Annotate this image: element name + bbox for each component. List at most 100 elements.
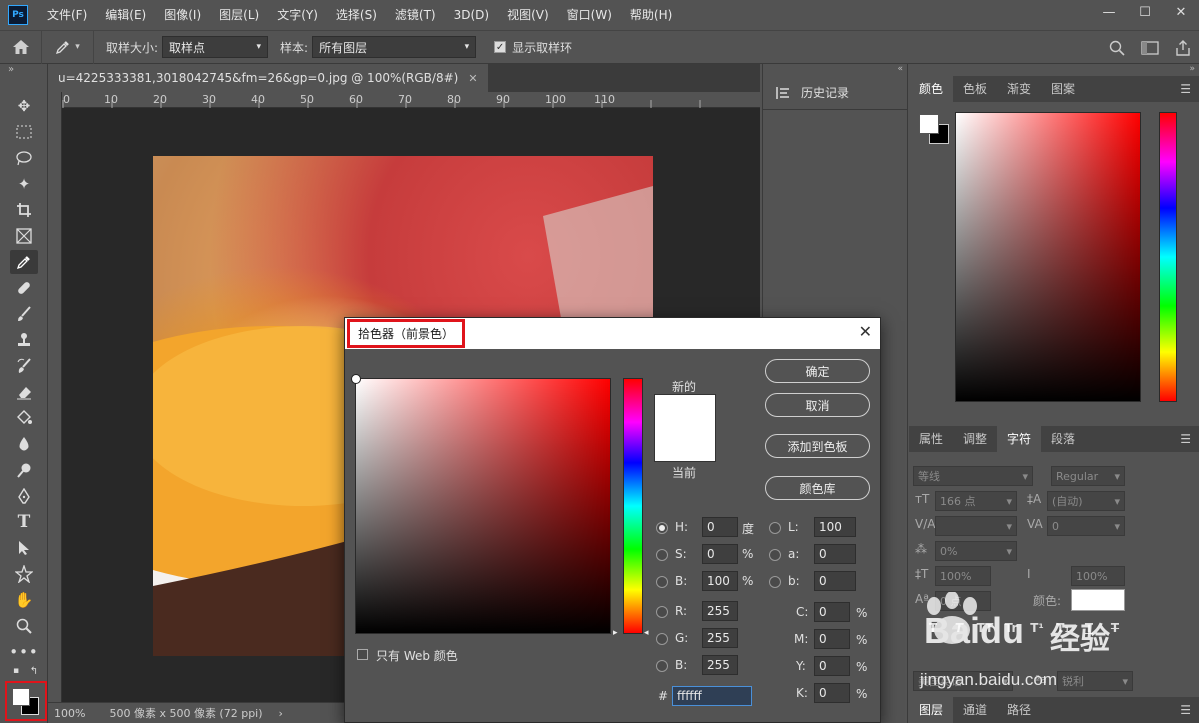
chevron-right-icon[interactable]: › bbox=[279, 707, 283, 720]
maximize-button[interactable]: ☐ bbox=[1127, 0, 1163, 24]
crop-tool[interactable] bbox=[10, 198, 38, 222]
lasso-tool[interactable] bbox=[10, 146, 38, 170]
tab-paragraph[interactable]: 段落 bbox=[1041, 426, 1085, 452]
sample-size-select[interactable]: 取样点 ▾ bbox=[162, 36, 269, 58]
foreground-color-mini[interactable] bbox=[919, 114, 939, 134]
saturation-brightness-field[interactable] bbox=[351, 374, 611, 634]
minimize-button[interactable]: — bbox=[1091, 0, 1127, 24]
panel-menu-icon[interactable]: ☰ bbox=[1180, 82, 1191, 96]
hue-slider[interactable] bbox=[1159, 112, 1177, 402]
m-input[interactable]: 0 bbox=[814, 629, 850, 649]
tab-layers[interactable]: 图层 bbox=[909, 697, 954, 723]
tracking-field[interactable]: 0 ▾ bbox=[1047, 516, 1125, 536]
frame-tool[interactable] bbox=[10, 224, 38, 248]
menu-file[interactable]: 文件(F) bbox=[38, 0, 96, 30]
hand-tool[interactable]: ✋ bbox=[10, 588, 38, 612]
cancel-button[interactable]: 取消 bbox=[765, 393, 870, 417]
foreground-color-swatch[interactable] bbox=[12, 688, 30, 706]
brush-tool[interactable] bbox=[10, 302, 38, 326]
g-input[interactable]: 255 bbox=[702, 628, 738, 648]
y-input[interactable]: 0 bbox=[814, 656, 850, 676]
shape-tool[interactable] bbox=[10, 562, 38, 586]
h-radio[interactable] bbox=[656, 522, 668, 534]
tab-properties[interactable]: 属性 bbox=[909, 426, 953, 452]
move-tool[interactable]: ✥ bbox=[10, 94, 38, 118]
marquee-tool[interactable] bbox=[10, 120, 38, 144]
eraser-tool[interactable] bbox=[10, 380, 38, 404]
hue-slider[interactable] bbox=[623, 378, 643, 634]
horizontal-scale-field[interactable]: 100% bbox=[1071, 566, 1125, 586]
tab-character[interactable]: 字符 bbox=[997, 426, 1042, 452]
magic-wand-tool[interactable]: ✦ bbox=[10, 172, 38, 196]
r-input[interactable]: 255 bbox=[702, 601, 738, 621]
font-size-field[interactable]: 166 点 ▾ bbox=[935, 491, 1017, 511]
color-libraries-button[interactable]: 颜色库 bbox=[765, 476, 870, 500]
history-panel-button[interactable]: 历史记录 bbox=[763, 76, 907, 110]
share-icon[interactable] bbox=[1175, 40, 1191, 56]
slider-arrow-right[interactable]: ◂ bbox=[644, 628, 649, 638]
panel-expand-icon[interactable]: » bbox=[909, 64, 1199, 76]
zoom-tool[interactable] bbox=[10, 614, 38, 638]
leading-field[interactable]: (自动) ▾ bbox=[1047, 491, 1125, 511]
tab-gradients[interactable]: 渐变 bbox=[997, 76, 1041, 102]
menu-layer[interactable]: 图层(L) bbox=[210, 0, 268, 30]
hex-input[interactable]: ffffff bbox=[672, 686, 752, 706]
search-icon[interactable] bbox=[1109, 40, 1125, 56]
s-radio[interactable] bbox=[656, 549, 668, 561]
slider-arrow-left[interactable]: ▸ bbox=[613, 628, 618, 638]
pen-tool[interactable] bbox=[10, 484, 38, 508]
tab-swatches[interactable]: 色板 bbox=[953, 76, 997, 102]
h-input[interactable]: 0 bbox=[702, 517, 738, 537]
tab-paths[interactable]: 路径 bbox=[997, 697, 1041, 723]
workspace-icon[interactable] bbox=[1141, 40, 1159, 56]
more-tools[interactable]: ••• bbox=[9, 640, 38, 664]
menu-select[interactable]: 选择(S) bbox=[327, 0, 386, 30]
menu-3d[interactable]: 3D(D) bbox=[445, 0, 498, 30]
tab-color[interactable]: 颜色 bbox=[909, 76, 954, 102]
default-colors-button[interactable]: ▪ bbox=[6, 664, 26, 678]
sample-select[interactable]: 所有图层 ▾ bbox=[312, 36, 477, 58]
tab-patterns[interactable]: 图案 bbox=[1041, 76, 1085, 102]
close-icon[interactable]: ✕ bbox=[859, 322, 872, 341]
kerning-field[interactable]: ▾ bbox=[935, 516, 1017, 536]
tool-preset-picker[interactable]: ▾ bbox=[42, 30, 94, 64]
g-radio[interactable] bbox=[656, 633, 668, 645]
color-field[interactable] bbox=[955, 112, 1141, 402]
document-tab[interactable]: u=4225333381,3018042745&fm=26&gp=0.jpg @… bbox=[48, 64, 488, 92]
lab-b-input[interactable]: 0 bbox=[814, 571, 856, 591]
tab-adjustments[interactable]: 调整 bbox=[953, 426, 997, 452]
panel-menu-icon[interactable]: ☰ bbox=[1180, 432, 1191, 446]
history-brush-tool[interactable] bbox=[10, 354, 38, 378]
clone-stamp-tool[interactable] bbox=[10, 328, 38, 352]
tab-channels[interactable]: 通道 bbox=[953, 697, 997, 723]
blue-radio[interactable] bbox=[656, 660, 668, 672]
panel-collapse-icon[interactable]: « bbox=[763, 64, 907, 76]
b-input[interactable]: 100 bbox=[702, 571, 738, 591]
menu-image[interactable]: 图像(I) bbox=[155, 0, 210, 30]
menu-edit[interactable]: 编辑(E) bbox=[96, 0, 155, 30]
color-selector-ring[interactable] bbox=[351, 374, 361, 384]
s-input[interactable]: 0 bbox=[702, 544, 738, 564]
menu-window[interactable]: 窗口(W) bbox=[558, 0, 621, 30]
c-input[interactable]: 0 bbox=[814, 602, 850, 622]
l-radio[interactable] bbox=[769, 522, 781, 534]
panel-collapse-icon[interactable]: » bbox=[0, 64, 47, 76]
a-input[interactable]: 0 bbox=[814, 544, 856, 564]
menu-filter[interactable]: 滤镜(T) bbox=[386, 0, 445, 30]
blur-tool[interactable] bbox=[10, 432, 38, 456]
vertical-ruler[interactable] bbox=[48, 92, 62, 702]
web-colors-checkbox[interactable] bbox=[357, 649, 368, 660]
k-input[interactable]: 0 bbox=[814, 683, 850, 703]
close-icon[interactable]: ✕ bbox=[468, 72, 477, 85]
blue-input[interactable]: 255 bbox=[702, 655, 738, 675]
vertical-scale-field[interactable]: 100% bbox=[935, 566, 991, 586]
path-selection-tool[interactable] bbox=[10, 536, 38, 560]
font-style-select[interactable]: Regular ▾ bbox=[1051, 466, 1125, 486]
type-tool[interactable]: T bbox=[10, 510, 38, 534]
dodge-tool[interactable] bbox=[10, 458, 38, 482]
paint-bucket-tool[interactable] bbox=[10, 406, 38, 430]
menu-help[interactable]: 帮助(H) bbox=[621, 0, 681, 30]
zoom-level[interactable]: 100% bbox=[54, 707, 85, 720]
r-radio[interactable] bbox=[656, 606, 668, 618]
menu-type[interactable]: 文字(Y) bbox=[268, 0, 327, 30]
